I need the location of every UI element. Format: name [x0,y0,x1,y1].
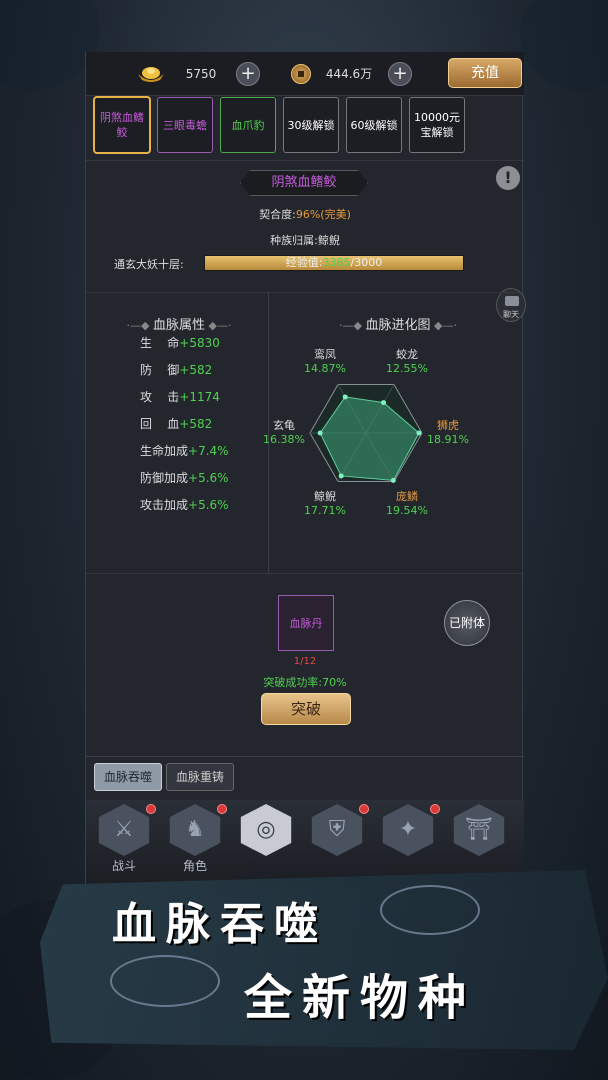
notification-dot [146,804,156,814]
attribute-row: 防 御+582 [140,361,212,379]
character-icon: ♞ [185,817,205,842]
add-coin-button[interactable]: + [388,62,412,86]
background-foliage-right [520,0,608,90]
radar-axis-value: 17.71% [304,504,346,517]
radar-axis-name: 玄龟 [273,419,295,432]
banner-line-1: 血脉吞噬 [112,899,328,950]
attribute-row: 攻击加成+5.6% [140,496,229,514]
bloodline-slot-locked-ingot[interactable]: 10000元宝解锁 [409,97,465,153]
gift-icon: ✦ [398,817,418,842]
cloud-decoration [380,885,480,935]
radar-axis-name: 鲸鲵 [314,490,336,503]
radar-axis-name: 蛟龙 [396,347,418,361]
nav-welfare[interactable]: ✦ [376,804,440,872]
resource-bar: 5750 + 444.6万 + 充值 [86,52,524,96]
swirl-icon: ◎ [256,817,276,842]
radar-label: 鲸鲵 17.71% [295,490,355,518]
nav-battle[interactable]: ⚔ 战斗 [92,804,156,873]
recharge-button[interactable]: 充值 [448,58,522,88]
add-ingot-button[interactable]: + [236,62,260,86]
attribute-row: 回 血+582 [140,415,212,433]
attribute-name: 防御加成 [140,471,189,485]
bloodline-slot-3[interactable]: 血爪豹 [220,97,276,153]
radar-axis-name: 鸾凤 [314,347,336,361]
attribute-name: 生 命 [140,336,180,350]
notification-dot [217,804,227,814]
radar-point [390,477,396,483]
tab-bloodline-recast[interactable]: 血脉重铸 [166,763,234,791]
evolution-radar-chart [309,384,423,483]
bloodline-pill-slot[interactable]: 血脉丹 [278,595,334,651]
bloodline-panel: 5750 + 444.6万 + 充值 阴煞血鳍鲛 三眼毒蟾 血爪豹 30级解锁 … [85,52,526,890]
coin-value: 444.6万 [325,67,373,81]
bloodline-slot-1[interactable]: 阴煞血鳍鲛 [94,97,150,153]
radar-axis-value: 14.87% [304,361,346,375]
attribute-name: 防 御 [140,363,180,377]
pill-count: 1/12 [293,656,317,667]
radar-point [381,400,387,406]
attribute-value: +1174 [179,390,220,404]
ingot-value: 5750 [185,67,217,81]
attribute-name: 攻击加成 [140,498,189,512]
radar-label: 蛟龙 12.55% [377,348,437,376]
notification-dot [359,804,369,814]
radar-label: 鸾凤 14.87% [295,348,355,376]
realm-label: 通玄大妖十层: [114,258,184,271]
cloud-decoration [110,955,220,1007]
attribute-name: 攻 击 [140,390,180,404]
attribute-value: +5830 [179,336,220,350]
radar-axis-value: 19.54% [386,504,428,517]
attribute-value: +5.6% [188,498,229,512]
success-rate: 突破成功率:70% [263,676,347,689]
radar-label: 庞鳞 19.54% [377,490,437,518]
radar-point [338,473,344,479]
breakthrough-button[interactable]: 突破 [261,693,351,725]
radar-axis-name: 庞鳞 [396,490,418,503]
nav-character[interactable]: ♞ 角色 [163,804,227,873]
radar-point [342,394,348,400]
attribute-row: 生命加成+7.4% [140,442,229,460]
radar-axis-value: 12.55% [386,361,428,375]
radar-axis-name: 狮虎 [437,419,459,432]
attribute-value: +582 [179,363,213,377]
attribute-name: 生命加成 [140,444,189,458]
radar-point [317,430,323,436]
crossed-swords-icon: ⚔ [114,817,134,842]
attribute-row: 攻 击+1174 [140,388,220,406]
info-icon[interactable]: ! [496,166,520,190]
compatibility-value: 96%(完美) [295,208,351,221]
tab-bloodline-devour[interactable]: 血脉吞噬 [94,763,162,791]
attribute-value: +7.4% [188,444,229,458]
radar-label: 狮虎 18.91% [418,419,478,447]
attribute-name: 回 血 [140,417,180,431]
radar-label: 玄龟 16.38% [254,419,314,447]
bloodline-slot-locked-60[interactable]: 60级解锁 [346,97,402,153]
nav-bloodline[interactable]: ◎ [234,804,298,872]
evolution-heading: ·—◆ 血脉进化图 ◆—· [339,318,457,333]
race-line: 种族归属:鲸鲵 [270,234,340,247]
experience-text: 经验值:3385/3000 [285,256,383,269]
attributes-heading: ·—◆ 血脉属性 ◆—· [126,318,232,333]
bloodline-name-plate: 阴煞血鳍鲛 [240,170,368,196]
nav-shop[interactable]: ⛩ [447,804,511,872]
shield-icon: ⛨ [328,817,346,842]
bloodline-slot-locked-30[interactable]: 30级解锁 [283,97,339,153]
notification-dot [430,804,440,814]
radar-axis-value: 16.38% [263,433,305,446]
gate-icon: ⛩ [465,817,493,842]
attribute-row: 防御加成+5.6% [140,469,229,487]
experience-bar: 经验值:3385/3000 [204,255,464,271]
compatibility-line: 契合度:96%(完美) [259,208,351,221]
radar-axis-value: 18.91% [427,433,469,446]
bloodline-slot-2[interactable]: 三眼毒蟾 [157,97,213,153]
attribute-value: +582 [179,417,213,431]
bloodline-name: 阴煞血鳍鲛 [271,175,337,190]
attribute-row: 生 命+5830 [140,334,220,352]
nav-explore[interactable]: ⛨ [305,804,369,872]
attribute-value: +5.6% [188,471,229,485]
attached-button[interactable]: 已附体 [444,600,490,646]
banner-line-2: 全新物种 [244,970,477,1026]
